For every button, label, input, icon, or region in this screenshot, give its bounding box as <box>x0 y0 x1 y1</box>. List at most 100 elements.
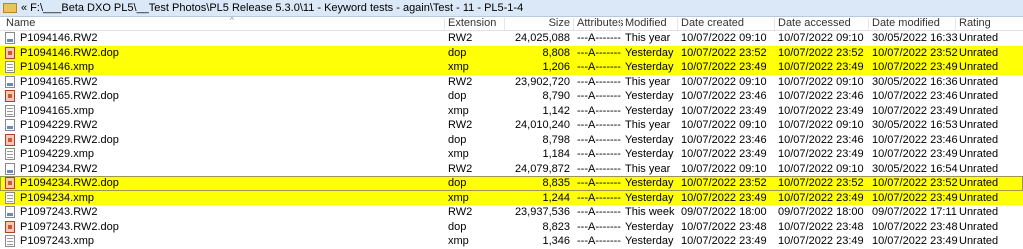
file-size: 1,346 <box>542 235 570 247</box>
file-size: 8,835 <box>542 177 570 189</box>
file-date-accessed: 10/07/2022 23:49 <box>778 104 864 117</box>
dop-file-icon <box>5 90 15 102</box>
file-extension: RW2 <box>448 32 473 44</box>
file-row[interactable]: P1094234.xmp xmp 1,244 ---A------- Yesterday… <box>0 190 1023 205</box>
file-date-modified: 10/07/2022 23:49 <box>872 104 958 117</box>
dop-file-icon <box>5 177 15 189</box>
file-attributes: ---A------- <box>577 104 621 117</box>
file-size: 24,025,088 <box>514 32 570 44</box>
file-date-modified: 30/05/2022 16:33 <box>872 32 958 44</box>
file-row[interactable]: P1094146.xmp xmp 1,206 ---A------- Yesterday… <box>0 60 1023 75</box>
file-date-modified: 09/07/2022 17:11 <box>872 206 957 218</box>
file-row[interactable]: P1094165.xmp xmp 1,142 ---A------- Yesterday… <box>0 104 1023 119</box>
xmp-file-icon <box>5 235 15 247</box>
column-divider[interactable] <box>868 18 869 30</box>
file-row[interactable]: P1094229.xmp xmp 1,184 ---A------- Yesterday… <box>0 147 1023 162</box>
file-date-modified: 10/07/2022 23:48 <box>872 220 958 233</box>
file-row[interactable]: P1094229.RW2 RW2 24,010,240 ---A------- This… <box>0 118 1023 133</box>
column-divider[interactable] <box>620 18 621 30</box>
file-date-accessed: 10/07/2022 09:10 <box>778 162 864 175</box>
column-header-date-accessed[interactable]: Date accessed <box>778 17 851 31</box>
file-name: P1094234.RW2 <box>20 162 98 175</box>
file-row[interactable]: P1094165.RW2.dop dop 8,790 ---A------- Yeste… <box>0 89 1023 104</box>
address-bar[interactable]: « F:\___Beta DXO PL5\__Test Photos\PL5 R… <box>0 0 1023 17</box>
file-date-accessed: 10/07/2022 23:46 <box>778 133 864 146</box>
column-header-size[interactable]: Size <box>505 17 570 31</box>
file-date-modified: 30/05/2022 16:36 <box>872 75 958 88</box>
file-row[interactable]: P1097243.RW2 RW2 23,937,536 ---A------- This… <box>0 205 1023 220</box>
file-date-accessed: 10/07/2022 23:49 <box>778 61 864 73</box>
file-date-created: 10/07/2022 23:46 <box>681 90 767 102</box>
file-row[interactable]: P1094165.RW2 RW2 23,902,720 ---A------- This… <box>0 75 1023 90</box>
column-divider[interactable] <box>955 18 956 30</box>
file-attributes: ---A------- <box>577 206 621 218</box>
file-modified: This year <box>625 75 671 88</box>
column-divider[interactable] <box>774 18 775 30</box>
file-size: 23,902,720 <box>514 75 570 88</box>
file-name: P1094234.RW2.dop <box>20 177 119 189</box>
file-date-created: 10/07/2022 09:10 <box>681 32 767 44</box>
file-date-modified: 10/07/2022 23:49 <box>872 61 958 73</box>
folder-icon <box>3 3 17 13</box>
column-header-extension[interactable]: Extension <box>448 17 496 31</box>
file-rating: Unrated <box>959 104 999 117</box>
file-size: 8,790 <box>542 90 570 102</box>
file-modified: Yesterday <box>625 104 674 117</box>
file-attributes: ---A------- <box>577 220 621 233</box>
file-row[interactable]: P1094234.RW2 RW2 24,079,872 ---A------- This… <box>0 162 1023 177</box>
dop-file-icon <box>5 133 15 146</box>
column-divider[interactable] <box>677 18 678 30</box>
xmp-file-icon <box>5 104 15 117</box>
file-rating: Unrated <box>959 191 999 204</box>
file-rating: Unrated <box>959 235 999 247</box>
file-row[interactable]: P1094234.RW2.dop dop 8,835 ---A------- Yeste… <box>0 176 1023 191</box>
file-attributes: ---A------- <box>577 191 621 204</box>
file-date-created: 10/07/2022 23:48 <box>681 220 767 233</box>
column-divider[interactable] <box>573 18 574 30</box>
column-header-name[interactable]: Name <box>6 17 35 31</box>
file-size: 1,142 <box>542 104 570 117</box>
file-date-modified: 10/07/2022 23:49 <box>872 148 958 160</box>
file-row[interactable]: P1097243.xmp xmp 1,346 ---A------- Yesterday… <box>0 234 1023 249</box>
column-header-row: Name ^ Extension Size Attributes Modifie… <box>0 16 1023 31</box>
dop-file-icon <box>5 220 15 233</box>
file-row[interactable]: P1094146.RW2.dop dop 8,808 ---A------- Yeste… <box>0 45 1023 60</box>
file-name: P1094146.RW2.dop <box>20 46 119 59</box>
raw-file-icon <box>5 119 15 131</box>
file-name: P1094234.xmp <box>20 191 94 204</box>
column-header-date-modified[interactable]: Date modified <box>872 17 940 31</box>
file-date-accessed: 09/07/2022 18:00 <box>778 206 864 218</box>
file-row[interactable]: P1097243.RW2.dop dop 8,823 ---A------- Yeste… <box>0 220 1023 235</box>
file-rating: Unrated <box>959 220 999 233</box>
file-name: P1097243.RW2.dop <box>20 220 119 233</box>
file-attributes: ---A------- <box>577 148 621 160</box>
raw-file-icon <box>5 162 15 175</box>
file-size: 8,798 <box>542 133 570 146</box>
file-extension: RW2 <box>448 75 473 88</box>
file-extension: xmp <box>448 191 469 204</box>
column-header-rating[interactable]: Rating <box>959 17 991 31</box>
file-name: P1094229.xmp <box>20 148 94 160</box>
xmp-file-icon <box>5 61 15 73</box>
column-header-attributes[interactable]: Attributes <box>577 17 623 31</box>
column-header-modified[interactable]: Modified <box>625 17 667 31</box>
file-attributes: ---A------- <box>577 75 621 88</box>
file-date-created: 10/07/2022 09:10 <box>681 162 767 175</box>
raw-file-icon <box>5 206 15 218</box>
column-header-date-created[interactable]: Date created <box>681 17 744 31</box>
address-path[interactable]: « F:\___Beta DXO PL5\__Test Photos\PL5 R… <box>21 2 523 14</box>
file-rating: Unrated <box>959 177 999 189</box>
file-modified: Yesterday <box>625 133 674 146</box>
file-row[interactable]: P1094146.RW2 RW2 24,025,088 ---A------- This… <box>0 31 1023 46</box>
column-divider[interactable] <box>444 18 445 30</box>
file-name: P1094165.RW2 <box>20 75 98 88</box>
raw-file-icon <box>5 32 15 44</box>
file-date-accessed: 10/07/2022 09:10 <box>778 32 864 44</box>
file-size: 1,206 <box>542 61 570 73</box>
file-extension: xmp <box>448 61 469 73</box>
file-attributes: ---A------- <box>577 90 621 102</box>
file-name: P1097243.RW2 <box>20 206 98 218</box>
file-date-created: 10/07/2022 23:46 <box>681 133 767 146</box>
dop-file-icon <box>5 46 15 59</box>
file-row[interactable]: P1094229.RW2.dop dop 8,798 ---A------- Yeste… <box>0 133 1023 148</box>
